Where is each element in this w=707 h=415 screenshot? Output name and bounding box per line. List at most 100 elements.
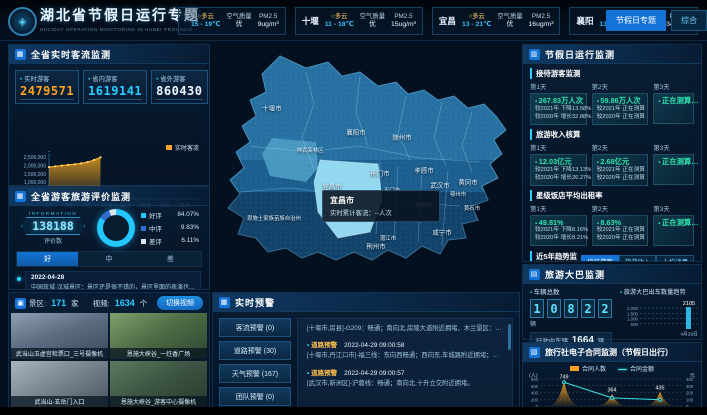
holiday-panel: ▥ 节假日运行监测 接待游客监测 第1天 267.83万人次 较2021年 下降… <box>522 44 702 262</box>
tab-bad[interactable]: 差 <box>140 252 201 266</box>
map-label-wuhan: 武汉市 <box>430 181 449 190</box>
alert-item: [十堰市,房县]-G209：畅通；南向北,房陵大道附近拥堵，木兰景区：房县观音洞… <box>307 324 503 333</box>
map-tooltip: 宜昌市 实时累计客流：--人次 <box>322 190 440 222</box>
axis-unit-right: 元 <box>690 372 695 379</box>
day-block: 第1天 12.03亿元 较2021年 下降13.13% 较2020年 增长26.… <box>530 142 587 186</box>
bus-chart-block: 旅游大巴出车数量趋势 5001,0001,5002,00021054月29日 <box>620 287 704 349</box>
svg-text:435: 435 <box>656 385 665 391</box>
video-feed[interactable]: 武当山-玄岳门入口 <box>11 361 108 407</box>
camera-icon: ▣ <box>15 298 26 309</box>
day-value: 8.63% <box>597 218 644 227</box>
hubei-map-svg <box>210 42 520 290</box>
dashboard: ◈ 湖北省节假日运行专题 HOLIDAY OPERATION MONITORIN… <box>0 0 707 407</box>
weather-card: 宜昌 ○多云13 - 21℃ 空气质量优 PM2.516ug/m³ <box>432 7 561 35</box>
review-date: 2022-04-28 <box>31 274 195 281</box>
video-panel-header: ▣ 景区: 171 家 视频: 1634 个 切换视频 <box>9 293 209 313</box>
aqi-value: 优 <box>507 21 514 30</box>
stat-out-province-visitors: •省外游客 860430 <box>151 70 207 104</box>
alert-cat-passenger[interactable]: 客流预警 (0) <box>219 318 291 337</box>
tooltip-city: 宜昌市 <box>330 195 432 206</box>
stat-in-province-visitors: •省内游客 1619141 <box>83 70 147 104</box>
map-label-xianning: 咸宁市 <box>432 228 451 237</box>
alert-item: 道路预警2022-04-29 09:00:58 [十堰市,丹江口市]-福三线：东… <box>307 339 503 360</box>
alert-categories: 客流预警 (0) 道路预警 (30) 天气预警 (167) 团队预警 (0) 灾… <box>219 318 291 407</box>
app-logo-icon: ◈ <box>8 7 37 36</box>
review-panel: ▦ 全省游客旅游评价监测 INFORMATION 138188 评价数 好评84… <box>8 186 210 290</box>
svg-text:2105: 2105 <box>683 301 695 307</box>
stat-value: 1619141 <box>88 84 142 100</box>
day-value: 正在测算… <box>658 157 689 167</box>
panel-title: 旅行社电子合同监测（节假日出行） <box>545 347 673 358</box>
page-subtitle: HOLIDAY OPERATION MONITORING IN HUBEI PR… <box>40 27 200 32</box>
hubei-map[interactable]: 十堰市 神农架林区 襄阳市 随州市 荆门市 孝感市 武汉市 黄冈市 恩施土家族苗… <box>210 42 520 290</box>
weather-temp: 11 - 18℃ <box>325 21 354 30</box>
trend-tab-visitors[interactable]: 接待游客 <box>581 255 619 262</box>
panel-title-bar: ▥ 节假日运行监测 <box>523 45 701 64</box>
legend-item: 差评6.11% <box>141 237 203 246</box>
switch-video-button[interactable]: 切换视频 <box>157 296 203 310</box>
stat-label: 省内游客 <box>92 76 117 83</box>
alert-item: 道路预警2022-04-29 09:00:57 [武汉市,新洲区]-沪蓉线：畅通… <box>307 367 503 388</box>
day-block: 第1天 49.81% 较2021年 下降8.16% 较2020年 增长8.21% <box>530 203 587 246</box>
pm-label: PM2.5 <box>532 13 550 21</box>
top-nav: 节假日专题 综合 <box>606 10 707 31</box>
svg-text:0: 0 <box>536 404 539 407</box>
alert-cat-road[interactable]: 道路预警 (30) <box>219 341 291 360</box>
weather-city: 襄阳 <box>576 15 593 27</box>
alerts-panel: ▦ 实时预警 客流预警 (0) 道路预警 (30) 天气预警 (167) 团队预… <box>212 292 520 407</box>
video-caption: 武当山玉虚宫检票口_三号摄像机 <box>11 348 108 359</box>
svg-text:1,500: 1,500 <box>627 311 639 316</box>
alert-cat-weather[interactable]: 天气预警 (167) <box>219 364 291 383</box>
video-feed[interactable]: 武当山玉虚宫检票口_三号摄像机 <box>11 313 108 359</box>
map-label-xiangyang: 襄阳市 <box>346 128 365 137</box>
svg-text:1,500,000: 1,500,000 <box>24 172 46 178</box>
panel-title-bar: ▦ 实时预警 <box>213 293 519 312</box>
svg-text:100: 100 <box>686 397 694 402</box>
information-label: INFORMATION <box>15 211 91 216</box>
svg-text:200: 200 <box>686 391 694 396</box>
contract-body: 合同人数 合同金额 (人) 元 002001004002006003008004… <box>523 362 701 407</box>
map-label-huanggang: 黄冈市 <box>458 178 477 187</box>
trend-tab-revenue[interactable]: 旅游收入 <box>619 255 657 262</box>
svg-text:749: 749 <box>560 375 569 381</box>
map-label-jingmen: 荆门市 <box>370 169 389 178</box>
video-feed[interactable]: 恩施大峡谷_游客中心摄像机 <box>110 361 207 407</box>
day-value: 正在测算… <box>658 96 689 106</box>
panel-title: 旅游大巴监测 <box>545 268 605 281</box>
scenic-label: 景区: <box>29 298 46 309</box>
alert-text: [武汉市,新洲区]-沪蓉线：畅通；南向北,十升立交附近拥堵。 <box>307 379 503 388</box>
alert-type: 道路预警 <box>307 342 337 349</box>
flow-stats: •实时游客 2479571 •省内游客 1619141 •省外游客 860430 <box>9 64 209 106</box>
nav-overview-button[interactable]: 综合 <box>671 10 707 31</box>
tab-good[interactable]: 好 <box>17 252 78 266</box>
trend-tab-spending[interactable]: 人均消费 <box>656 255 694 262</box>
review-text: 中国玫城·汉城景区：景区还是很不错的，景区里面的表演也比较多，以及汉服文… <box>31 282 195 290</box>
weather-temp: 13 - 21℃ <box>462 21 491 30</box>
stat-realtime-visitors: •实时游客 2479571 <box>15 70 79 104</box>
review-count-block: INFORMATION 138188 评价数 <box>15 211 91 245</box>
map-label-huangshi: 黄石市 <box>464 204 480 212</box>
video-feed[interactable]: 恩施大峡谷_一炷香广场 <box>110 313 207 359</box>
axis-unit-left: (人) <box>529 372 538 379</box>
tab-medium[interactable]: 中 <box>78 252 139 266</box>
bus-chart-title: 旅游大巴出车数量趋势 <box>620 287 704 296</box>
review-tabs: 好 中 差 <box>16 251 202 267</box>
aqi-label: 空气质量 <box>226 13 251 21</box>
alert-type: 道路预警 <box>307 370 337 377</box>
alert-scrollbar[interactable] <box>508 324 511 350</box>
nav-holiday-button[interactable]: 节假日专题 <box>606 10 666 31</box>
weather-city: 十堰 <box>302 15 319 27</box>
trend-header: 近5年趋势监测 接待游客 旅游收入 人均消费 <box>523 251 701 262</box>
alert-cat-team[interactable]: 团队预警 (0) <box>219 387 291 406</box>
alert-text: [十堰市,房县]-G209：畅通；南向北,房陵大道附近拥堵，木兰景区：房县观音洞… <box>307 324 503 333</box>
contract-chart: 002001004002006003008004007492022-01-013… <box>526 373 698 407</box>
weather-temp: 15 - 19℃ <box>191 21 220 30</box>
bus-trend-chart: 5001,0001,5002,00021054月29日 <box>620 296 704 336</box>
svg-text:500: 500 <box>631 322 639 327</box>
map-label-shennongjia: 神农架林区 <box>297 146 324 154</box>
map-label-shiyan: 十堰市 <box>262 104 281 113</box>
review-count-display: 138188 <box>21 217 85 235</box>
svg-text:200: 200 <box>531 397 539 402</box>
aqi-value: 优 <box>369 21 376 30</box>
svg-text:1,000: 1,000 <box>627 317 639 322</box>
